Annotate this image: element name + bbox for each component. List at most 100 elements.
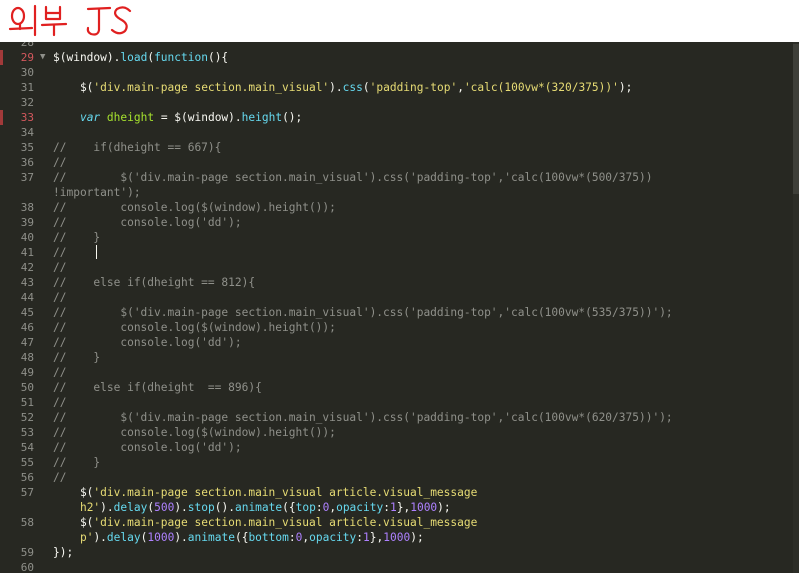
code-token: );: [410, 531, 424, 544]
code-token: ).: [329, 81, 343, 94]
line-number: 29: [20, 51, 34, 64]
code-line[interactable]: 55 // }: [0, 455, 790, 470]
code-line[interactable]: 58 $('div.main-page section.main_visual …: [0, 515, 790, 530]
code-token: opacity: [309, 531, 357, 544]
code-token: opacity: [336, 501, 384, 514]
code-token: 1: [363, 531, 370, 544]
code-line[interactable]: 46 // console.log($(window).height());: [0, 320, 790, 335]
code-text: //: [53, 395, 66, 410]
line-number: 41: [20, 246, 34, 259]
code-line[interactable]: 40 // }: [0, 230, 790, 245]
code-line[interactable]: 57 $('div.main-page section.main_visual …: [0, 485, 790, 500]
code-token: 1000: [410, 501, 438, 514]
fold-arrow-icon[interactable]: ▼: [40, 50, 45, 65]
code-token: // console.log($(window).height());: [53, 426, 336, 439]
code-line[interactable]: 29 ▼ $(window).load(function(){: [0, 50, 790, 65]
code-line[interactable]: 37 // $('div.main-page section.main_visua…: [0, 170, 790, 185]
line-number: 51: [20, 396, 34, 409]
code-text: //: [53, 365, 66, 380]
code-token: top: [295, 501, 316, 514]
code-line[interactable]: 43 // else if(dheight == 812){: [0, 275, 790, 290]
line-number: 31: [20, 81, 34, 94]
code-line[interactable]: 51 //: [0, 395, 790, 410]
code-line[interactable]: 52 // $('div.main-page section.main_visua…: [0, 410, 790, 425]
code-token: !important');: [53, 186, 141, 199]
line-number: 37: [20, 171, 34, 184]
code-line[interactable]: 41 //: [0, 245, 790, 260]
code-text: // }: [53, 350, 100, 365]
code-token: :: [356, 531, 364, 544]
code-line[interactable]: 56 //: [0, 470, 790, 485]
code-token: height: [241, 111, 283, 124]
code-token: $(: [53, 516, 94, 529]
code-line[interactable]: 31 $('div.main-page section.main_visual'…: [0, 80, 790, 95]
line-number: 56: [20, 471, 34, 484]
code-text: // console.log('dd');: [53, 215, 242, 230]
code-line[interactable]: 54 // console.log('dd');: [0, 440, 790, 455]
line-number: 40: [20, 231, 34, 244]
code-token: function: [154, 51, 208, 64]
code-text: });: [53, 545, 73, 560]
code-line[interactable]: 49 //: [0, 365, 790, 380]
code-line[interactable]: 36 //: [0, 155, 790, 170]
code-line-wrap[interactable]: h2').delay(500).stop().animate({top:0,op…: [0, 500, 790, 515]
code-line[interactable]: 33 var dheight = $(window).height();: [0, 110, 790, 125]
code-token: 'calc(100vw*(320/375))': [463, 81, 619, 94]
line-number: 54: [20, 441, 34, 454]
code-token: // console.log('dd');: [53, 336, 242, 349]
code-token: 'div.main-page section.main_visual': [93, 81, 330, 94]
code-token: ,: [457, 81, 464, 94]
code-token: css: [342, 81, 363, 94]
code-text: // console.log($(window).height());: [53, 320, 336, 335]
line-number: 60: [20, 561, 34, 573]
line-number: 49: [20, 366, 34, 379]
code-line[interactable]: 50 // else if(dheight == 896){: [0, 380, 790, 395]
code-token: });: [53, 546, 74, 559]
code-line[interactable]: 34: [0, 125, 790, 140]
code-token: //: [53, 261, 67, 274]
code-token: dheight: [106, 111, 155, 124]
code-line[interactable]: 60: [0, 560, 790, 573]
code-line[interactable]: 39 // console.log('dd');: [0, 215, 790, 230]
code-line[interactable]: 53 // console.log($(window).height());: [0, 425, 790, 440]
line-number: 33: [20, 111, 34, 124]
line-number: 39: [20, 216, 34, 229]
code-line[interactable]: 35 // if(dheight == 667){: [0, 140, 790, 155]
code-token: delay: [113, 501, 148, 514]
code-token: //: [53, 366, 67, 379]
line-number: 48: [20, 351, 34, 364]
code-token: ).: [174, 501, 188, 514]
code-line[interactable]: 32: [0, 95, 790, 110]
code-line-wrap[interactable]: !important');: [0, 185, 790, 200]
code-editor[interactable]: 28 29 ▼ $(window).load(function(){30 31 $('d…: [0, 42, 799, 573]
code-line[interactable]: 45 // $('div.main-page section.main_visua…: [0, 305, 790, 320]
code-line[interactable]: 38 // console.log($(window).height());: [0, 200, 790, 215]
code-token: //: [53, 291, 67, 304]
code-line[interactable]: 28: [0, 42, 790, 50]
code-text: p').delay(1000).animate({bottom:0,opacit…: [53, 530, 424, 545]
code-text: $('div.main-page section.main_visual art…: [53, 515, 477, 530]
code-line-wrap[interactable]: p').delay(1000).animate({bottom:0,opacit…: [0, 530, 790, 545]
code-line[interactable]: 48 // }: [0, 350, 790, 365]
code-token: delay: [106, 531, 141, 544]
code-token: // }: [53, 351, 101, 364]
code-token: $(: [53, 81, 94, 94]
code-token: 'padding-top': [369, 81, 458, 94]
code-token: var: [79, 111, 101, 124]
vertical-scrollbar[interactable]: [793, 42, 799, 573]
line-number: 38: [20, 201, 34, 214]
code-line[interactable]: 44 //: [0, 290, 790, 305]
line-number: 57: [20, 486, 34, 499]
code-line[interactable]: 42 //: [0, 260, 790, 275]
code-line[interactable]: 30: [0, 65, 790, 80]
code-text: // }: [53, 230, 100, 245]
line-number: 52: [20, 411, 34, 424]
code-line[interactable]: 47 // console.log('dd');: [0, 335, 790, 350]
code-token: 500: [154, 501, 175, 514]
code-token: (){: [207, 51, 229, 64]
code-line[interactable]: 59});: [0, 545, 790, 560]
scrollbar-thumb[interactable]: [793, 44, 799, 194]
code-text: // else if(dheight == 896){: [53, 380, 262, 395]
